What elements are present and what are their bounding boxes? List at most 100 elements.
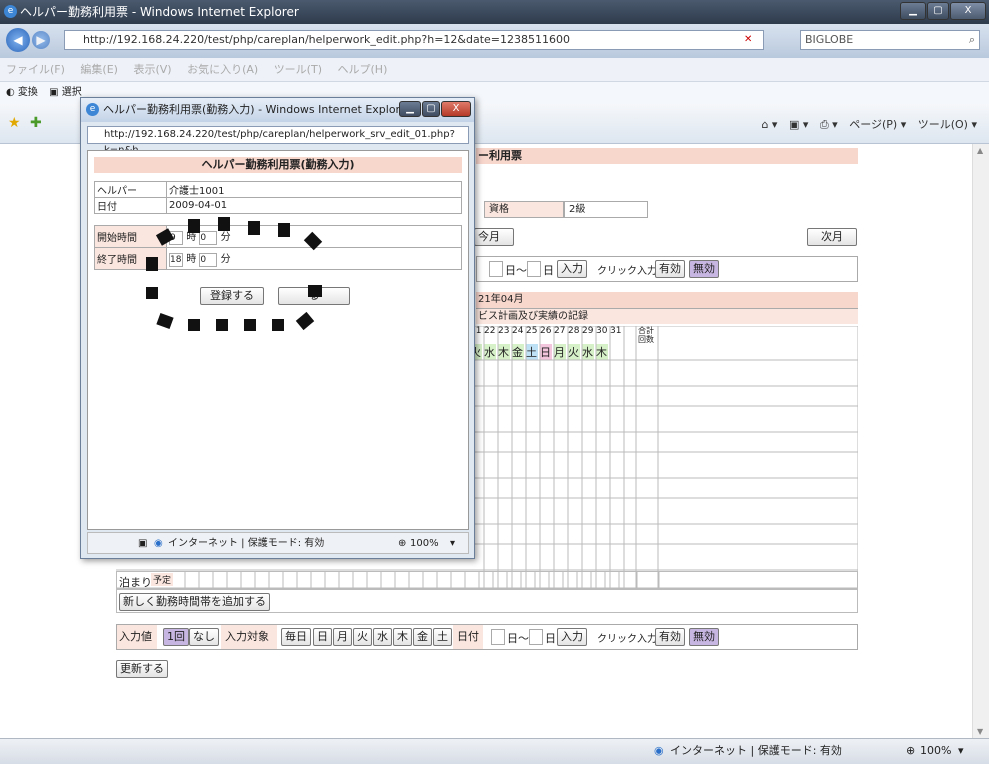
page-menu[interactable]: ページ(P)	[849, 118, 897, 131]
saturday-button[interactable]: 土	[433, 628, 452, 646]
helper-label: ヘルパー	[94, 181, 167, 198]
search-provider: BIGLOBE	[805, 33, 854, 46]
favorites-star-icon[interactable]: ★	[8, 115, 21, 131]
convert-button[interactable]: 変換	[18, 87, 38, 98]
status-zoom[interactable]: 100%	[920, 739, 951, 763]
popup-maximize-button[interactable]: ▢	[422, 101, 440, 117]
back-button[interactable]: ◀	[6, 28, 30, 52]
end-min-input[interactable]: 0	[199, 253, 218, 267]
monday-button[interactable]: 月	[333, 628, 352, 646]
scroll-down-icon[interactable]: ▼	[977, 727, 983, 736]
valid-button[interactable]: 有効	[655, 260, 685, 278]
end-hour-unit: 時	[186, 254, 197, 265]
ie-logo-icon: e	[4, 5, 17, 18]
this-month-button[interactable]: 今月	[474, 228, 514, 246]
friday-button[interactable]: 金	[413, 628, 432, 646]
page-header: ー利用票	[476, 148, 858, 164]
window-title: ヘルパー勤務利用票 - Windows Internet Explorer	[20, 5, 299, 19]
popup-status-zone: インターネット | 保護モード: 有効	[168, 538, 325, 549]
day-end-input[interactable]	[527, 261, 541, 277]
bottom-input-button[interactable]: 入力	[557, 628, 587, 646]
address-bar[interactable]: http://192.168.24.220/test/php/careplan/…	[64, 30, 764, 50]
start-hour-unit: 時	[186, 232, 197, 243]
input-row-top: 日～ 日 入力 クリック入力 有効 無効	[476, 256, 858, 282]
menu-help[interactable]: ヘルプ(H)	[338, 63, 388, 76]
input-button[interactable]: 入力	[557, 260, 587, 278]
status-bar: ◉ インターネット | 保護モード: 有効 ⊕ 100% ▾	[0, 738, 989, 764]
day-suffix-label: 日	[543, 264, 554, 277]
popup-close-button[interactable]: X	[441, 101, 471, 117]
popup-zoom-dropdown-icon[interactable]: ▾	[450, 533, 455, 555]
popup-address-bar[interactable]: http://192.168.24.220/test/php/careplan/…	[87, 126, 469, 156]
tuesday-button[interactable]: 火	[353, 628, 372, 646]
address-toolbar: ◀ ▶ http://192.168.24.220/test/php/carep…	[0, 24, 989, 58]
popup-zoom[interactable]: 100%	[410, 533, 439, 555]
bottom-day-start-input[interactable]	[491, 629, 505, 645]
input-target-label: 入力対象	[221, 625, 277, 649]
qualification-value: 2級	[564, 201, 648, 218]
popup-lock-icon: ▣	[138, 538, 148, 549]
popup-window: e ヘルパー勤務利用票(勤務入力) - Windows Internet Exp…	[80, 97, 475, 559]
date-value: 2009-04-01	[166, 197, 462, 214]
select-button[interactable]: 選択	[62, 87, 82, 98]
thursday-button[interactable]: 木	[393, 628, 412, 646]
helper-info-table: ヘルパー 介護士1001 日付 2009-04-01	[94, 181, 462, 214]
plan-label: 予定	[151, 573, 174, 586]
tools-menu[interactable]: ツール(O)	[918, 118, 968, 131]
end-min-unit: 分	[220, 254, 231, 265]
add-row-container: 新しく勤務時間帯を追加する	[116, 589, 858, 613]
bottom-valid-button[interactable]: 有効	[655, 628, 685, 646]
sunday-button[interactable]: 日	[313, 628, 332, 646]
search-icon[interactable]: ⌕	[969, 31, 975, 49]
everyday-button[interactable]: 毎日	[281, 628, 311, 646]
popup-title: ヘルパー勤務利用票(勤務入力) - Windows Internet Explo…	[103, 103, 412, 116]
popup-minimize-button[interactable]: ▁	[399, 101, 421, 117]
minimize-button[interactable]: ▁	[900, 2, 926, 20]
bottom-day-range-label: 日～	[507, 632, 529, 645]
menu-favorites[interactable]: お気に入り(A)	[187, 63, 258, 76]
menu-edit[interactable]: 編集(E)	[80, 63, 118, 76]
vertical-scrollbar[interactable]: ▲ ▼	[972, 144, 989, 738]
refresh-stop-icon[interactable]: ✕	[744, 34, 752, 45]
invalid-button[interactable]: 無効	[689, 260, 719, 278]
start-min-unit: 分	[220, 232, 231, 243]
menu-tools[interactable]: ツール(T)	[274, 63, 322, 76]
bottom-day-end-input[interactable]	[529, 629, 543, 645]
forward-button[interactable]: ▶	[32, 31, 50, 49]
maximize-button[interactable]: ▢	[927, 2, 949, 20]
helper-value: 介護士1001	[166, 181, 462, 198]
popup-status-bar: ▣ ◉ インターネット | 保護モード: 有効 ⊕ 100% ▾	[87, 532, 469, 554]
date-label: 日付	[453, 625, 483, 649]
home-icon[interactable]: ⌂	[761, 118, 768, 131]
command-items: ⌂ ▾ ▣ ▾ ⎙ ▾ ページ(P) ▾ ツール(O) ▾	[761, 118, 977, 131]
convert-icon[interactable]: ◐	[6, 87, 15, 98]
register-button[interactable]: 登録する	[200, 287, 264, 305]
start-min-input[interactable]: 0	[199, 231, 218, 245]
menu-file[interactable]: ファイル(F)	[6, 63, 65, 76]
add-favorites-icon[interactable]: ✚	[30, 115, 42, 131]
once-button[interactable]: 1回	[163, 628, 189, 646]
menu-view[interactable]: 表示(V)	[133, 63, 171, 76]
day-start-input[interactable]	[489, 261, 503, 277]
close-button[interactable]: X	[950, 2, 986, 20]
add-work-time-button[interactable]: 新しく勤務時間帯を追加する	[119, 593, 270, 611]
menu-bar: ファイル(F) 編集(E) 表示(V) お気に入り(A) ツール(T) ヘルプ(…	[0, 58, 989, 82]
print-icon[interactable]: ⎙	[820, 118, 829, 131]
feeds-icon[interactable]: ▣	[789, 118, 799, 131]
globe-icon: ◉	[654, 744, 664, 757]
update-button[interactable]: 更新する	[116, 660, 168, 678]
wednesday-button[interactable]: 水	[373, 628, 392, 646]
qualification-label: 資格	[484, 201, 564, 218]
none-button[interactable]: なし	[189, 628, 219, 646]
scroll-up-icon[interactable]: ▲	[977, 146, 983, 155]
zoom-dropdown-icon[interactable]: ▾	[958, 739, 964, 763]
select-icon[interactable]: ▣	[49, 87, 58, 98]
bottom-invalid-button[interactable]: 無効	[689, 628, 719, 646]
popup-body: ヘルパー勤務利用票(勤務入力) ヘルパー 介護士1001 日付 2009-04-…	[87, 150, 469, 530]
end-hour-input[interactable]: 18	[169, 253, 183, 267]
status-zone: インターネット | 保護モード: 有効	[670, 744, 842, 757]
search-input[interactable]: BIGLOBE ⌕	[800, 30, 980, 50]
popup-ie-icon: e	[86, 103, 99, 116]
zoom-icon: ⊕	[906, 744, 916, 757]
next-month-button[interactable]: 次月	[807, 228, 857, 246]
